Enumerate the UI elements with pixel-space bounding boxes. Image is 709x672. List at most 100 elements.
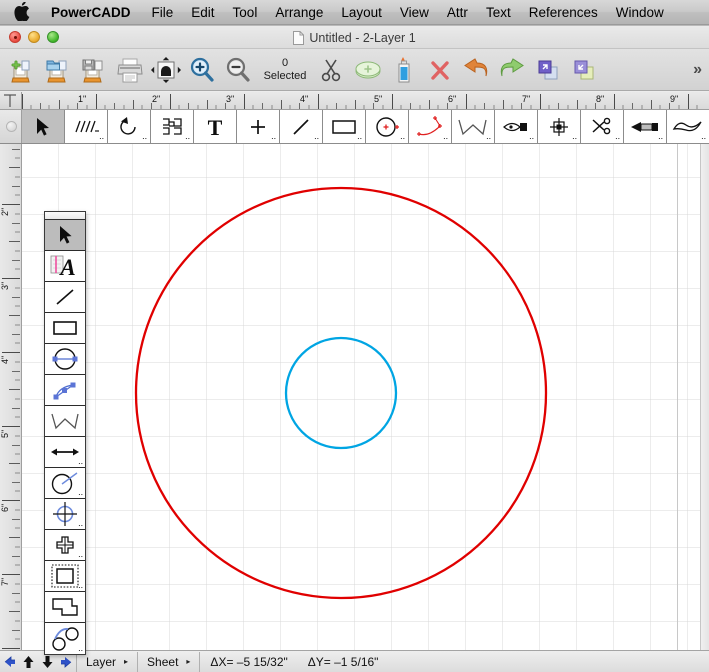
tool-polygon[interactable]: ∙∙ [452,110,495,143]
zoom-out-button[interactable] [220,51,256,89]
layer-label: Layer [86,654,117,669]
svg-text:8": 8" [596,94,604,104]
palette-tool-dimension[interactable]: ∙∙ [45,437,85,468]
menu-powercadd[interactable]: PowerCADD [42,0,143,25]
undo-button[interactable] [458,51,494,89]
tool-arc[interactable]: ∙∙ [409,110,452,143]
svg-text:4": 4" [300,94,308,104]
menu-arrange[interactable]: Arrange [266,0,332,25]
tool-rectangle[interactable]: ∙∙ [323,110,366,143]
menu-references[interactable]: References [520,0,607,25]
palette-tool-circle[interactable] [45,344,85,375]
submenu-dots: ∙∙ [270,133,276,143]
vertical-ruler[interactable]: 1" 2" 3" 4" 5" 6" 7" [0,110,22,653]
tool-point[interactable]: ∙∙ [237,110,280,143]
submenu-dots: ∙∙ [571,133,577,143]
sheet-label: Sheet [147,654,179,669]
main-toolbar: 0 Selected » [0,49,709,91]
palette-tool-text[interactable]: A [45,251,85,282]
menubar: PowerCADD File Edit Tool Arrange Layout … [0,0,709,25]
tool-freehand[interactable]: ∙∙ [667,110,709,143]
toolbar-overflow-button[interactable]: » [693,61,705,79]
palette-tool-point[interactable]: ∙∙ [45,530,85,561]
sheet-popup-button[interactable]: Sheet ▸ [138,652,199,672]
vertical-scrollbar[interactable] [700,144,709,653]
submenu-dots: ∙∙ [77,458,83,468]
palette-tool-tangent[interactable]: ∙∙ [45,623,85,655]
submenu-dots: ∙∙ [77,520,83,530]
layer-up-arrow-icon[interactable] [19,652,38,672]
save-document-button[interactable] [76,51,112,89]
delete-button[interactable] [422,51,458,89]
send-to-back-button[interactable] [566,51,602,89]
minimize-button[interactable] [28,31,40,43]
selection-status: 0 Selected [256,57,314,83]
menu-file[interactable]: File [143,0,183,25]
copy-button[interactable] [350,51,386,89]
svg-text:3": 3" [0,282,10,290]
menu-window[interactable]: Window [607,0,673,25]
svg-text:9": 9" [670,94,678,104]
toolstrip-handle[interactable] [0,110,22,143]
menu-attr[interactable]: Attr [438,0,477,25]
palette-tool-polyline[interactable] [45,592,85,623]
ruler-origin-button[interactable] [0,92,22,110]
selection-count: 0 [281,56,289,69]
horizontal-ruler[interactable]: 1" 2" 3" 4" 5" 6" 7" 8" 9" [0,92,709,110]
drawing-canvas[interactable] [22,144,700,653]
palette-tool-arc[interactable] [45,375,85,406]
redo-button[interactable] [494,51,530,89]
svg-text:5": 5" [374,94,382,104]
svg-text:T: T [208,116,223,138]
cut-button[interactable] [314,51,350,89]
open-document-button[interactable] [40,51,76,89]
palette-tool-radius[interactable]: ∙∙ [45,468,85,499]
tool-trim[interactable]: ∙∙ [581,110,624,143]
menu-view[interactable]: View [391,0,438,25]
tool-line[interactable]: ∙∙ [280,110,323,143]
zoom-in-button[interactable] [184,51,220,89]
tool-text[interactable]: T [194,110,237,143]
palette-tool-offset[interactable]: ∙∙ [45,561,85,592]
submenu-dots: ∙∙ [528,133,534,143]
close-button[interactable] [9,31,21,43]
document-window: Untitled - 2-Layer 1 0 Selected » 1" 2" … [0,25,709,672]
tool-rotate[interactable]: ∙∙ [108,110,151,143]
tool-center-mark[interactable]: ∙∙ [538,110,581,143]
menu-layout[interactable]: Layout [332,0,391,25]
bring-to-front-button[interactable] [530,51,566,89]
maximize-button[interactable] [47,31,59,43]
tool-select-arrow[interactable] [22,110,65,143]
print-button[interactable] [112,51,148,89]
palette-tool-line[interactable] [45,282,85,313]
apple-logo-icon[interactable] [13,1,30,22]
layer-popup-button[interactable]: Layer ▸ [77,652,137,672]
tool-wall[interactable]: ∙∙ [151,110,194,143]
menu-text[interactable]: Text [477,0,520,25]
svg-text:A: A [58,255,75,279]
chevron-right-icon: ▸ [186,657,191,666]
titlebar: Untitled - 2-Layer 1 [0,26,709,49]
window-controls [0,31,59,43]
palette-tool-polygon[interactable] [45,406,85,437]
svg-text:2": 2" [0,208,10,216]
tool-hatch[interactable]: ∙∙ [65,110,108,143]
fit-to-window-button[interactable] [148,51,184,89]
tool-circle[interactable]: ∙∙ [366,110,409,143]
svg-text:7": 7" [0,578,10,586]
palette-drag-handle[interactable] [45,212,85,220]
tool-pen[interactable]: ∙∙ [495,110,538,143]
new-document-button[interactable] [4,51,40,89]
floating-tool-palette[interactable]: A ∙∙ ∙∙ ∙∙ ∙∙ ∙∙ ∙∙ [44,211,86,655]
palette-tool-rectangle[interactable] [45,313,85,344]
paste-button[interactable] [386,51,422,89]
palette-tool-select[interactable] [45,220,85,251]
delta-x-readout: ΔX= –5 15/32" [210,654,288,669]
palette-tool-center-mark[interactable]: ∙∙ [45,499,85,530]
document-icon [293,30,305,45]
submenu-dots: ∙∙ [77,551,83,561]
menu-tool[interactable]: Tool [224,0,267,25]
tool-eraser[interactable]: ∙∙ [624,110,667,143]
menu-edit[interactable]: Edit [182,0,223,25]
layer-prev-icon[interactable] [0,652,19,672]
